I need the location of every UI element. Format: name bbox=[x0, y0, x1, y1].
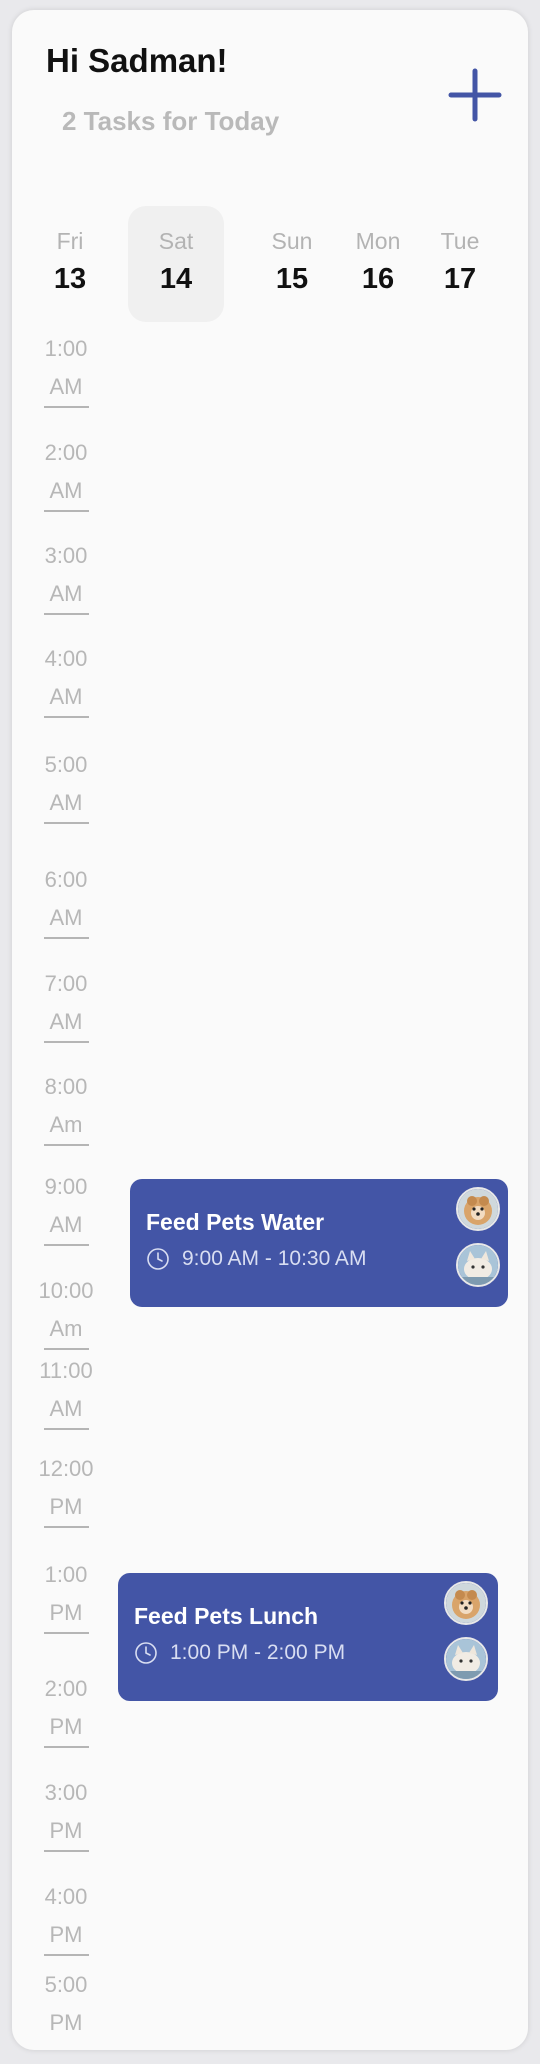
pomeranian-avatar bbox=[456, 1187, 500, 1231]
day-of-week: Sun bbox=[271, 228, 313, 254]
day-number: 14 bbox=[159, 263, 193, 295]
cat-avatar bbox=[444, 1637, 488, 1681]
day-of-week: Tue bbox=[440, 228, 480, 254]
time-label-3pm: 3:00 PM bbox=[32, 1774, 100, 1852]
calendar-card: Hi Sadman! 2 Tasks for Today Fri 13 Sat … bbox=[12, 10, 528, 2050]
time-label-2am: 2:00 AM bbox=[32, 434, 100, 512]
time-label-1am: 1:00 AM bbox=[32, 330, 100, 408]
clock-icon bbox=[135, 1642, 157, 1664]
time-label-1pm: 1:00 PM bbox=[32, 1556, 100, 1634]
day-tue-17[interactable]: Tue 17 bbox=[412, 206, 508, 322]
event-title: Feed Pets Water bbox=[146, 1209, 325, 1235]
day-number: 17 bbox=[443, 263, 477, 295]
day-fri-13[interactable]: Fri 13 bbox=[22, 206, 118, 322]
time-label-6am: 6:00 AM bbox=[32, 861, 100, 939]
time-label-9am: 9:00 AM bbox=[32, 1168, 100, 1246]
time-label-12pm: 12:00 PM bbox=[32, 1450, 100, 1528]
event-time: 9:00 AM - 10:30 AM bbox=[182, 1247, 367, 1270]
day-sat-14[interactable]: Sat 14 bbox=[128, 206, 224, 322]
time-label-4am: 4:00 AM bbox=[32, 640, 100, 718]
time-label-10am: 10:00 Am bbox=[32, 1272, 100, 1350]
time-label-2pm: 2:00 PM bbox=[32, 1670, 100, 1748]
task-count-subtitle: 2 Tasks for Today bbox=[62, 106, 280, 136]
day-number: 15 bbox=[275, 263, 309, 295]
event-card-feed-pets-lunch[interactable]: Feed Pets Lunch 1:00 PM - 2:00 PM bbox=[118, 1573, 498, 1701]
time-label-4pm: 4:00 PM bbox=[32, 1878, 100, 1956]
event-time: 1:00 PM - 2:00 PM bbox=[170, 1641, 346, 1664]
time-label-5pm: 5:00 PM bbox=[44, 1972, 88, 2035]
pomeranian-avatar bbox=[444, 1581, 488, 1625]
time-label-3am: 3:00 AM bbox=[32, 537, 100, 615]
greeting-title: Hi Sadman! bbox=[46, 42, 228, 79]
time-label-7am: 7:00 AM bbox=[32, 965, 100, 1043]
event-card-feed-pets-water[interactable]: Feed Pets Water 9:00 AM - 10:30 AM bbox=[130, 1179, 508, 1307]
time-label-5am: 5:00 AM bbox=[32, 746, 100, 824]
time-label-11am: 11:00 AM bbox=[32, 1352, 100, 1430]
time-label-8am: 8:00 Am bbox=[32, 1068, 100, 1146]
plus-icon bbox=[448, 68, 502, 122]
add-task-button[interactable] bbox=[448, 68, 502, 122]
clock-icon bbox=[147, 1248, 169, 1270]
day-of-week: Fri bbox=[56, 228, 84, 254]
event-title: Feed Pets Lunch bbox=[134, 1603, 319, 1629]
day-sun-15[interactable]: Sun 15 bbox=[244, 206, 340, 322]
day-number: 13 bbox=[53, 263, 87, 295]
day-of-week: Sat bbox=[158, 228, 194, 254]
cat-avatar bbox=[456, 1243, 500, 1287]
